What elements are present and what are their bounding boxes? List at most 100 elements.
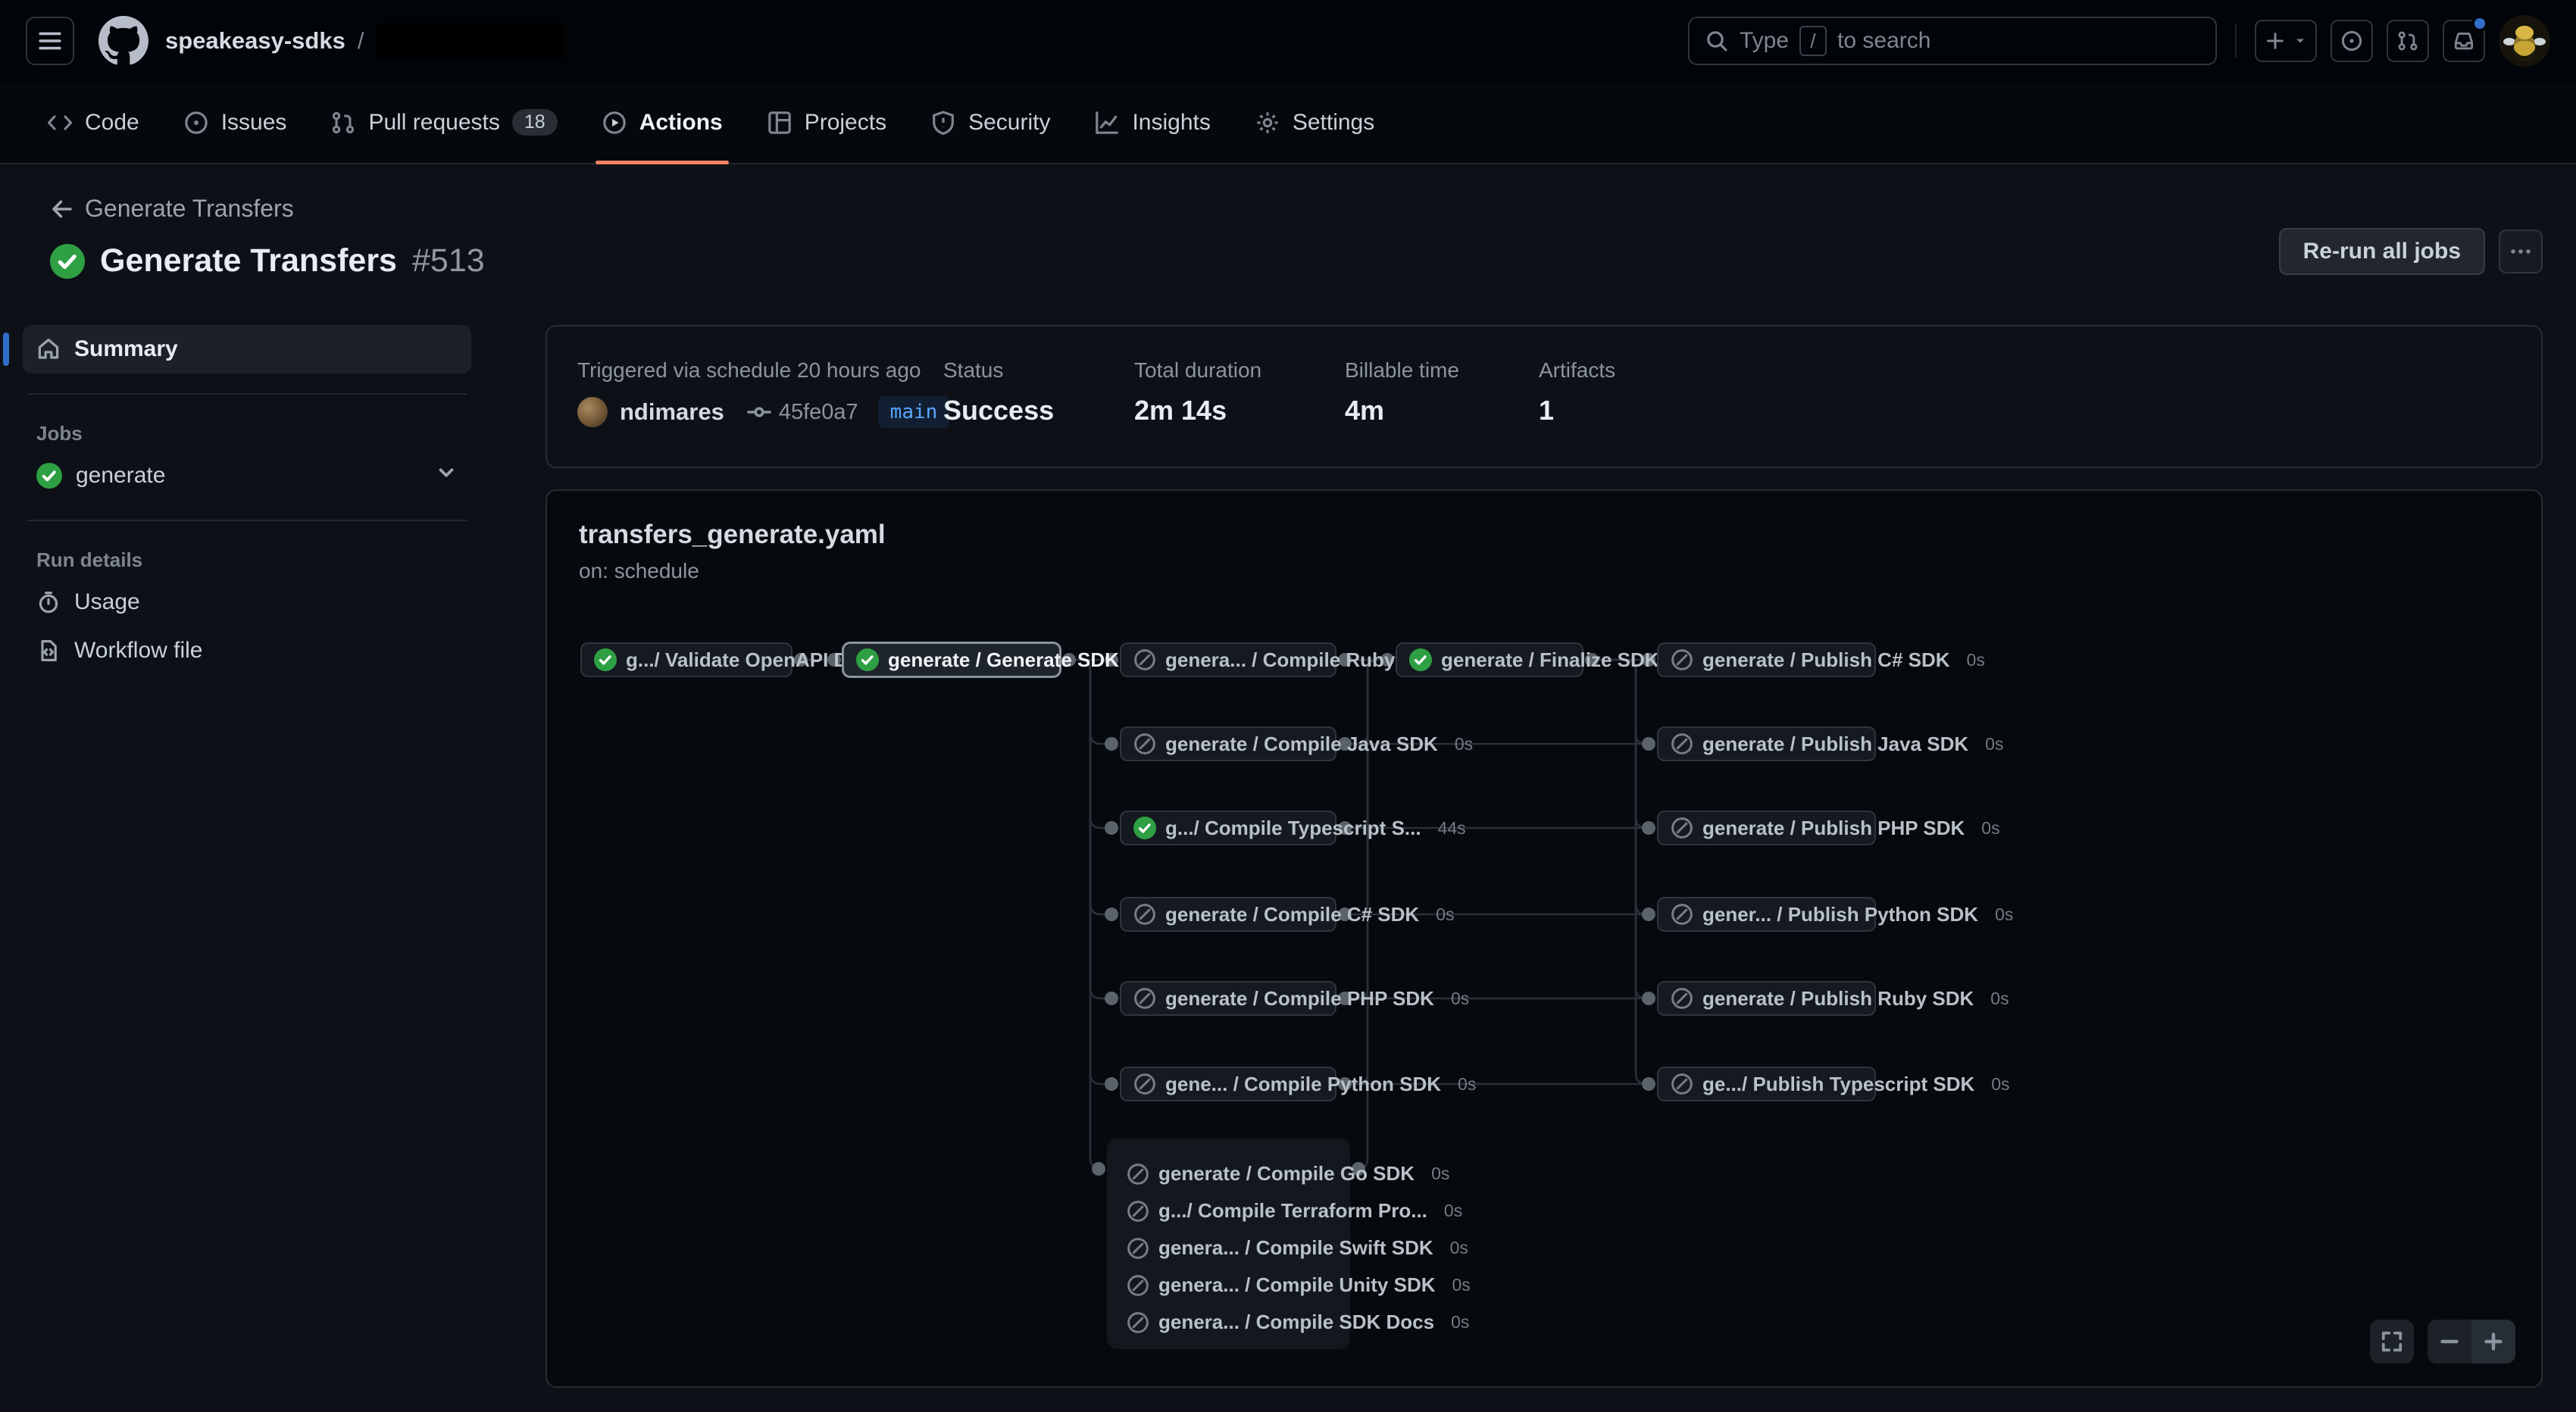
graph-node-generate[interactable]: generate / Generate SDK27s bbox=[843, 642, 1061, 677]
user-avatar[interactable] bbox=[2499, 15, 2550, 67]
hamburger-menu-button[interactable] bbox=[26, 17, 74, 65]
connector-dot bbox=[1105, 907, 1118, 921]
success-check-icon bbox=[594, 648, 617, 671]
shield-icon bbox=[930, 110, 956, 136]
run-summary-card: Triggered via schedule 20 hours ago ndim… bbox=[546, 325, 2543, 468]
node-label: ge.../ Publish Typescript SDK bbox=[1702, 1073, 1974, 1096]
graph-node-finalize[interactable]: generate / Finalize SDK15s bbox=[1396, 642, 1583, 677]
skipped-icon bbox=[1133, 733, 1156, 755]
graph-node-compile-swift-sdk[interactable]: genera... / Compile Swift SDK0s bbox=[1107, 1229, 1350, 1267]
commit-sha-link[interactable]: 45fe0a7 bbox=[779, 400, 858, 425]
actor-login[interactable]: ndimares bbox=[620, 398, 724, 426]
stat-label: Billable time bbox=[1345, 358, 1459, 383]
stat-billable-time: Billable time4m bbox=[1345, 358, 1459, 426]
graph-node-compile-terraform-pro[interactable]: g.../ Compile Terraform Pro...0s bbox=[1107, 1192, 1350, 1229]
rerun-all-jobs-button[interactable]: Re-run all jobs bbox=[2279, 228, 2485, 275]
tab-projects[interactable]: Projects bbox=[750, 82, 903, 163]
graph-node-compile-ruby[interactable]: genera... / Compile Ruby SDK0s bbox=[1120, 642, 1336, 677]
tab-code[interactable]: Code bbox=[30, 82, 156, 163]
git-commit-icon bbox=[747, 400, 771, 424]
node-duration: 0s bbox=[1447, 734, 1473, 754]
repo-owner-link[interactable]: speakeasy-sdks bbox=[165, 27, 345, 55]
skipped-icon bbox=[1127, 1311, 1149, 1334]
stat-label: Artifacts bbox=[1539, 358, 1615, 383]
graph-node-publish-csharp[interactable]: generate / Publish C# SDK0s bbox=[1657, 642, 1876, 677]
node-label: generate / Publish Ruby SDK bbox=[1702, 987, 1974, 1011]
home-icon bbox=[36, 337, 61, 361]
sidebar-job-generate[interactable]: generate bbox=[23, 451, 471, 500]
skipped-icon bbox=[1133, 1073, 1156, 1095]
pull-requests-dashboard-button[interactable] bbox=[2387, 20, 2429, 62]
node-duration: 0s bbox=[1445, 1275, 1471, 1295]
screen-full-icon bbox=[2381, 1330, 2403, 1353]
graph-node-compile-php[interactable]: generate / Compile PHP SDK0s bbox=[1120, 981, 1336, 1016]
create-new-button[interactable] bbox=[2255, 20, 2317, 62]
chevron-down-icon-wrap[interactable] bbox=[435, 461, 458, 490]
success-check-icon bbox=[1409, 648, 1432, 671]
branch-label[interactable]: main bbox=[878, 396, 950, 428]
graph-node-publish-java[interactable]: generate / Publish Java SDK0s bbox=[1657, 726, 1876, 761]
graph-node-publish-ruby[interactable]: generate / Publish Ruby SDK0s bbox=[1657, 981, 1876, 1016]
graph-node-validate[interactable]: g.../ Validate OpenAPI Doc...17s bbox=[580, 642, 792, 677]
actor-avatar[interactable] bbox=[577, 397, 608, 427]
tab-settings[interactable]: Settings bbox=[1238, 82, 1391, 163]
node-duration: 0s bbox=[1977, 734, 2003, 754]
run-options-button[interactable] bbox=[2499, 230, 2543, 273]
back-to-workflow-link[interactable]: Generate Transfers bbox=[50, 164, 294, 223]
jobs-heading: Jobs bbox=[36, 422, 471, 445]
skipped-icon bbox=[1127, 1163, 1149, 1186]
search-placeholder-suffix: to search bbox=[1837, 28, 1930, 54]
tab-actions[interactable]: Actions bbox=[585, 82, 739, 163]
global-header: speakeasy-sdks / Type / to search bbox=[0, 0, 2576, 82]
node-duration: 0s bbox=[1959, 650, 1985, 670]
node-duration: 0s bbox=[1983, 989, 2009, 1009]
sidebar-item-label: Summary bbox=[74, 336, 178, 362]
run-main: Triggered via schedule 20 hours ago ndim… bbox=[546, 325, 2543, 1388]
graph-node-publish-python[interactable]: gener... / Publish Python SDK0s bbox=[1657, 897, 1876, 932]
tab-issues[interactable]: Issues bbox=[167, 82, 304, 163]
graph-node-compile-typescript[interactable]: g.../ Compile Typescript S...44s bbox=[1120, 811, 1336, 845]
skipped-icon bbox=[1127, 1274, 1149, 1297]
triangle-down-icon bbox=[2293, 33, 2308, 48]
success-check-icon bbox=[50, 244, 85, 279]
sidebar-item-summary[interactable]: Summary bbox=[23, 325, 471, 373]
selected-accent-bar bbox=[3, 333, 9, 366]
sidebar-item-workflow-file[interactable]: Workflow file bbox=[23, 626, 471, 675]
search-icon bbox=[1705, 29, 1729, 53]
navbar-divider bbox=[2235, 24, 2237, 58]
graph-node-publish-php[interactable]: generate / Publish PHP SDK0s bbox=[1657, 811, 1876, 845]
graph-node-publish-typescript[interactable]: ge.../ Publish Typescript SDK0s bbox=[1657, 1067, 1876, 1101]
tab-label: Actions bbox=[639, 110, 723, 136]
graph-node-compile-go-sdk[interactable]: generate / Compile Go SDK0s bbox=[1107, 1155, 1350, 1192]
sidebar-item-usage[interactable]: Usage bbox=[23, 578, 471, 626]
sidebar-divider bbox=[27, 520, 467, 521]
sidebar-divider bbox=[27, 393, 467, 395]
node-duration: 0s bbox=[1984, 1074, 2009, 1095]
graph-node-compile-csharp[interactable]: generate / Compile C# SDK0s bbox=[1120, 897, 1336, 932]
tab-pull-requests[interactable]: Pull requests18 bbox=[314, 82, 574, 163]
tab-counter-badge: 18 bbox=[512, 109, 558, 136]
graph-node-compile-java[interactable]: generate / Compile Java SDK0s bbox=[1120, 726, 1336, 761]
skipped-icon bbox=[1133, 903, 1156, 926]
graph-node-group-compile-matrix: generate / Compile Go SDK0sg.../ Compile… bbox=[1107, 1139, 1350, 1349]
search-input[interactable]: Type / to search bbox=[1688, 17, 2217, 65]
stat-label: Status bbox=[943, 358, 1054, 383]
graph-node-compile-unity-sdk[interactable]: genera... / Compile Unity SDK0s bbox=[1107, 1267, 1350, 1304]
inbox-button[interactable] bbox=[2443, 20, 2485, 62]
zoom-out-button[interactable] bbox=[2428, 1320, 2471, 1364]
tab-insights[interactable]: Insights bbox=[1077, 82, 1227, 163]
issue-opened-icon bbox=[2340, 30, 2363, 52]
node-label: g.../ Compile Terraform Pro... bbox=[1158, 1199, 1427, 1223]
graph-node-compile-sdk-docs[interactable]: genera... / Compile SDK Docs0s bbox=[1107, 1304, 1350, 1341]
plus-icon bbox=[2264, 30, 2287, 52]
github-logo-icon[interactable] bbox=[98, 16, 148, 66]
breadcrumb: speakeasy-sdks / bbox=[165, 23, 565, 59]
graph-node-compile-python[interactable]: gene... / Compile Python SDK0s bbox=[1120, 1067, 1336, 1101]
run-number: #513 bbox=[412, 242, 485, 280]
issues-dashboard-button[interactable] bbox=[2331, 20, 2373, 62]
fit-to-window-button[interactable] bbox=[2370, 1320, 2414, 1364]
zoom-in-button[interactable] bbox=[2471, 1320, 2515, 1364]
tab-security[interactable]: Security bbox=[914, 82, 1067, 163]
connector-dot bbox=[1642, 907, 1655, 921]
workflow-graph-card: transfers_generate.yaml on: schedule g..… bbox=[546, 489, 2543, 1388]
